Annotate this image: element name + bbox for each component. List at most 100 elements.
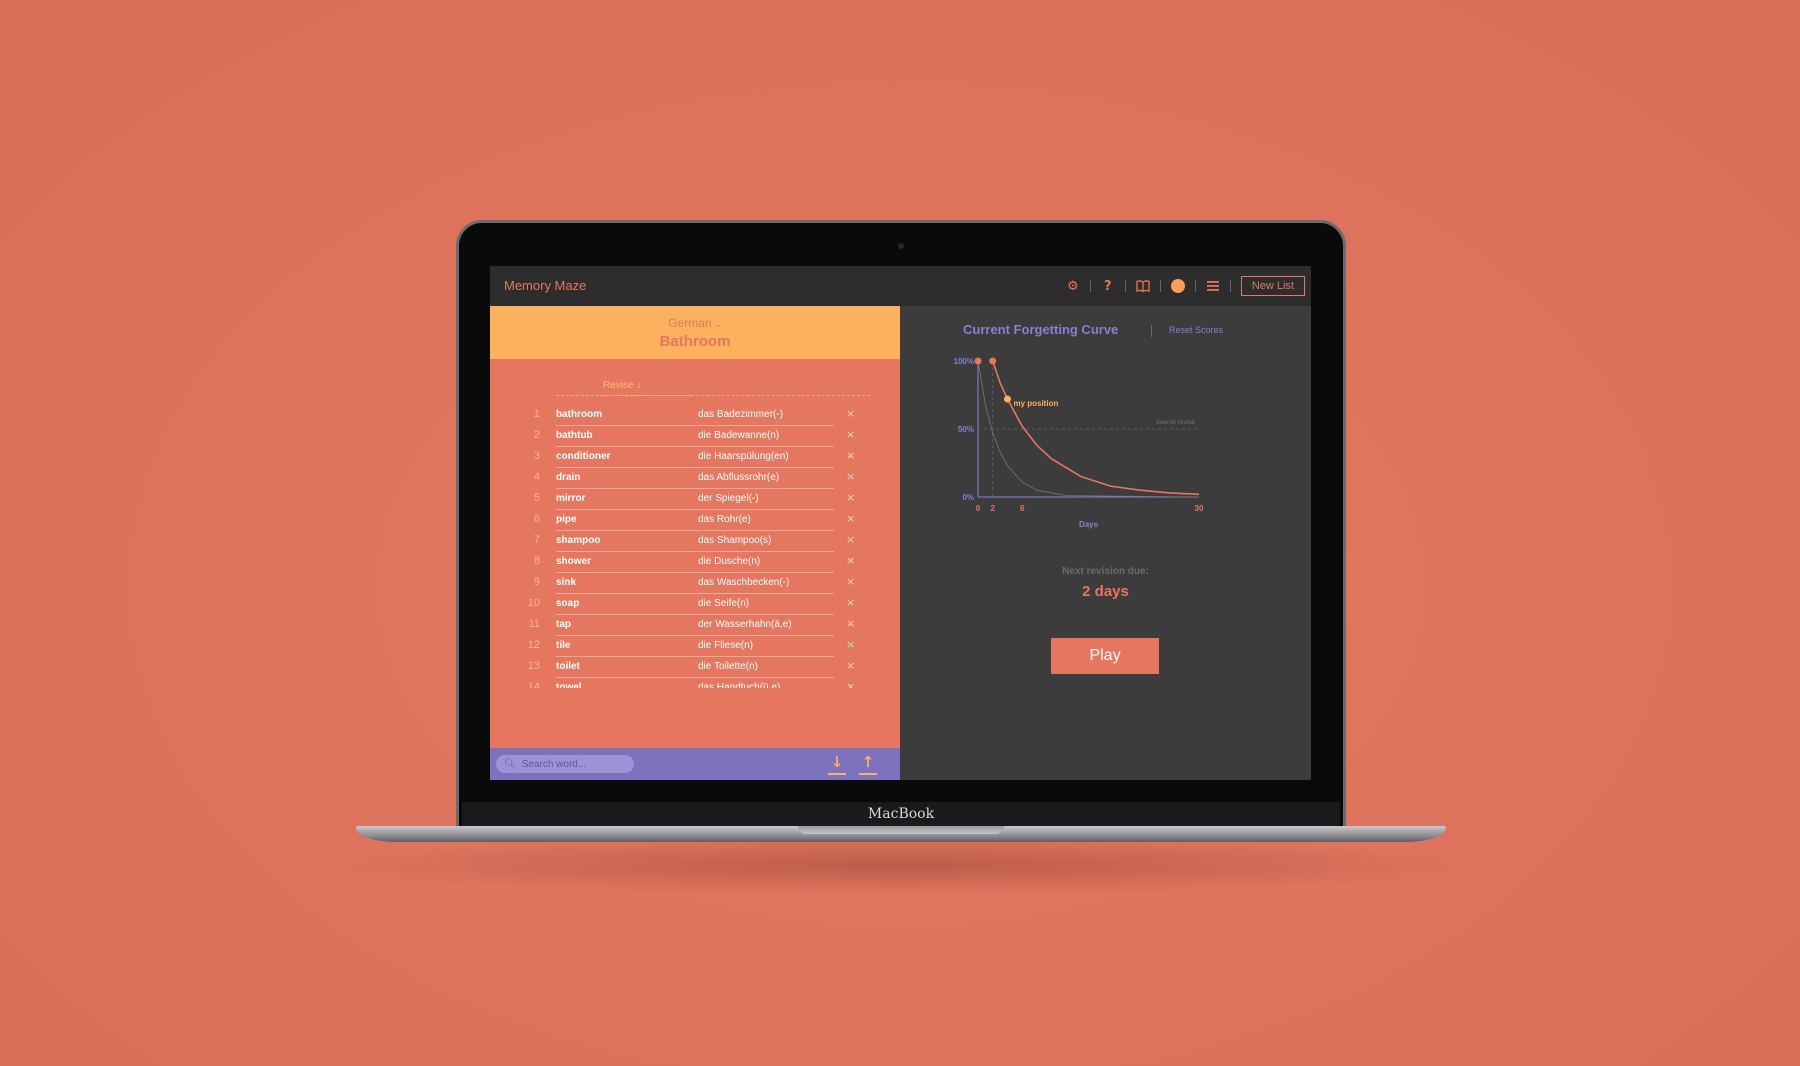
arrow-down-icon: ↓ [633,380,642,391]
app-title[interactable]: Memory Maze [504,278,586,293]
next-revision-value: 2 days [1082,583,1129,600]
book-button[interactable] [1130,274,1156,298]
x-tick-label: 6 [1020,504,1025,513]
english-word: bathroom [556,409,603,420]
english-word: towel [556,682,582,688]
delete-word-icon[interactable]: × [846,428,855,441]
curve-title: Current Forgetting Curve [963,322,1119,337]
delete-word-icon[interactable]: × [846,554,855,567]
delete-word-icon[interactable]: × [846,680,855,688]
delete-word-icon[interactable]: × [846,491,855,504]
row-number: 13 [527,660,540,672]
position-marker [1003,395,1011,403]
english-word: mirror [556,493,586,504]
menu-button[interactable] [1200,274,1226,298]
german-translation: der Spiegel(-) [698,493,759,504]
device-label: MacBook [462,802,1340,826]
reset-scores-button[interactable]: Reset Scores [1169,325,1223,335]
german-translation: die Haarspülung(en) [698,451,789,462]
help-button[interactable]: ? [1095,274,1121,298]
top-bar: Memory Maze ⚙ ? New List [490,266,1311,306]
delete-word-icon[interactable]: × [846,596,855,609]
revise-sort-button[interactable]: Revise ↓ [603,380,641,391]
delete-word-icon[interactable]: × [846,407,855,420]
german-translation: das Handtuch(ü,e) [698,682,781,688]
threshold-label: time to revise [1156,420,1195,426]
row-number: 4 [533,471,540,483]
word-list: 1 bathroom das Badezimmer(-) × 2 bathtub die B… [490,402,900,688]
row-number: 2 [533,429,540,441]
english-word: tap [556,619,571,630]
delete-word-icon[interactable]: × [846,533,855,546]
download-button[interactable]: ↓ [828,753,846,775]
german-translation: die Badewanne(n) [698,430,780,441]
english-word: sink [556,577,577,588]
series-line [991,360,1200,496]
english-word: bathtub [556,430,593,441]
laptop-notch [798,826,1004,834]
german-translation: die Dusche(n) [698,556,761,567]
delete-word-icon[interactable]: × [846,638,855,651]
german-translation: das Badezimmer(-) [698,409,784,420]
search-input[interactable] [521,758,632,770]
toolbar-divider [1229,280,1231,292]
german-translation: die Toilette(n) [698,661,758,672]
row-number: 6 [533,513,540,525]
row-number: 5 [533,492,540,504]
english-word: drain [556,472,581,483]
x-tick-label: 30 [1195,504,1204,513]
german-translation: die Fliese(n) [698,640,754,651]
delete-word-icon[interactable]: × [846,617,855,630]
list-header: German ⌄ Bathroom [490,306,900,359]
hamburger-icon [1206,281,1219,291]
delete-word-icon[interactable]: × [846,575,855,588]
english-word: conditioner [556,451,611,462]
english-word: shower [556,556,592,567]
upload-icon: ↑ [861,753,875,771]
play-button[interactable]: Play [1051,638,1159,674]
data-point [974,357,982,365]
german-translation: das Shampoo(s) [698,535,772,546]
language-label: German [668,316,712,330]
avatar [1170,279,1185,293]
delete-word-icon[interactable]: × [846,659,855,672]
webcam [898,243,904,249]
english-word: shampoo [556,535,601,546]
row-number: 12 [527,639,540,651]
search-icon: 🔍︎ [504,758,517,770]
word-list-panel: German ⌄ Bathroom Revise ↓ 1 bathroom das … [490,306,900,780]
delete-word-icon[interactable]: × [846,512,855,525]
new-list-button[interactable]: New List [1240,276,1305,296]
profile-button[interactable] [1165,274,1191,298]
x-tick-label: 2 [991,504,996,513]
next-revision-label: Next revision due: [1062,566,1149,577]
list-footer: 🔍︎ ↓ ↑ [490,748,900,780]
delete-word-icon[interactable]: × [846,449,855,462]
toolbar: ⚙ ? New List [1060,274,1305,298]
delete-word-icon[interactable]: × [846,470,855,483]
toolbar-divider [1159,280,1161,292]
toolbar-divider [1194,280,1196,292]
english-word: tile [556,640,571,651]
row-number: 7 [533,534,540,546]
german-translation: das Rohr(e) [698,514,751,525]
language-select[interactable]: German ⌄ [490,316,900,330]
word-row[interactable]: 14 towel das Handtuch(ü,e) × [490,675,900,688]
english-word: toilet [556,661,580,672]
toolbar-divider [1089,280,1091,292]
row-number: 14 [527,681,540,688]
row-number: 8 [533,555,540,567]
data-point [989,357,997,365]
gear-icon: ⚙ [1066,278,1079,294]
row-number: 9 [533,576,540,588]
german-translation: das Waschbecken(-) [698,577,790,588]
curve-panel: Current Forgetting Curve Reset Scores ti… [900,306,1311,780]
upload-button[interactable]: ↑ [859,753,877,775]
german-translation: das Abflussrohr(e) [698,472,780,483]
book-icon [1136,280,1150,292]
list-title: Bathroom [659,333,731,350]
german-translation: die Seife(n) [698,598,750,609]
settings-button[interactable]: ⚙ [1060,274,1086,298]
row-number: 11 [528,618,540,630]
forgetting-curve-chart: time to revise 100% 50% 0%0 2 6 30 Days my posit… [954,357,1204,529]
